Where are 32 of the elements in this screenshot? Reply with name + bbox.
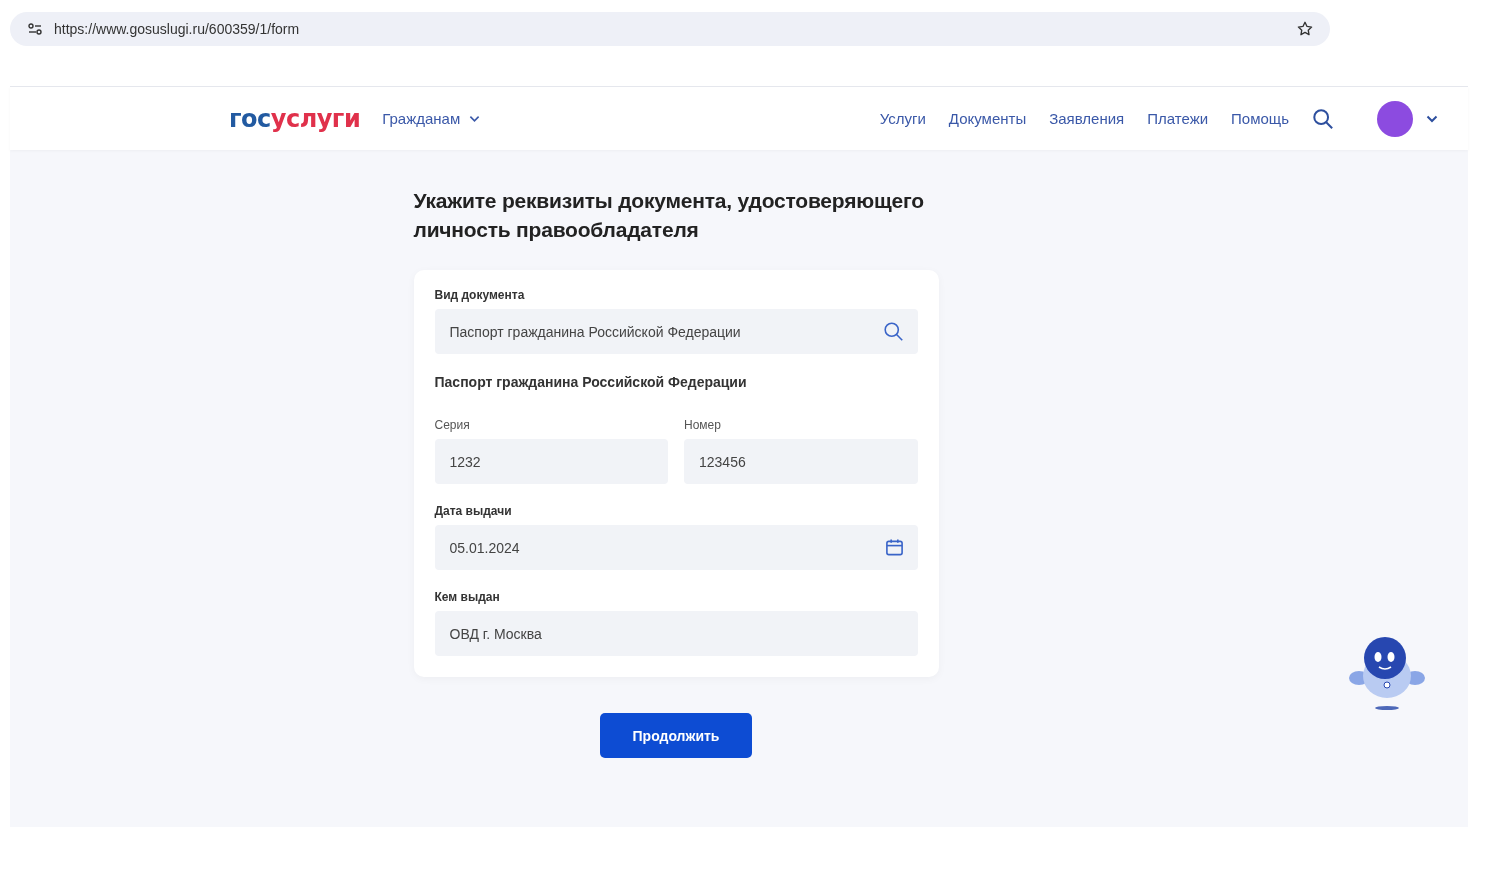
audience-menu[interactable]: Гражданам: [382, 110, 481, 127]
search-icon[interactable]: [882, 321, 904, 342]
field-value: Паспорт гражданина Российской Федерации: [449, 323, 741, 340]
field-label: Дата выдачи: [434, 504, 513, 518]
series-field[interactable]: 1232: [434, 439, 668, 484]
field-value: 05.01.2024: [449, 539, 520, 556]
field-label: Вид документа: [434, 288, 526, 302]
calendar-icon[interactable]: [884, 538, 904, 557]
nav-link[interactable]: Платежи: [1147, 110, 1209, 127]
field-label: Кем выдан: [434, 590, 501, 604]
chevron-down-icon[interactable]: [1426, 114, 1438, 123]
site-settings-icon[interactable]: [28, 23, 42, 35]
logo[interactable]: госуслуги: [229, 104, 361, 133]
nav-link[interactable]: Заявления: [1049, 110, 1125, 127]
url-text: https://www.gosuslugi.ru/600359/1/form: [54, 21, 301, 37]
bookmark-star-icon[interactable]: [1296, 20, 1314, 38]
address-bar[interactable]: https://www.gosuslugi.ru/600359/1/form: [10, 12, 1330, 46]
field-label: Серия: [434, 418, 471, 432]
document-type-field[interactable]: Паспорт гражданина Российской Федерации: [434, 309, 918, 354]
field-label: Номер: [684, 418, 722, 432]
nav-link[interactable]: Услуги: [879, 110, 926, 127]
nav-link[interactable]: Помощь: [1231, 110, 1289, 127]
chevron-down-icon: [469, 114, 481, 123]
search-icon[interactable]: [1312, 107, 1334, 130]
number-field[interactable]: 123456: [684, 439, 918, 484]
avatar[interactable]: [1377, 100, 1413, 137]
continue-button[interactable]: Продолжить: [600, 713, 752, 758]
issued-by-field[interactable]: ОВД г. Москва: [434, 611, 918, 656]
form-title: Укажите реквизиты документа, удостоверяющего личность правообладателя: [413, 188, 925, 243]
nav-link[interactable]: Документы: [948, 110, 1027, 127]
date-field[interactable]: 05.01.2024: [434, 525, 918, 570]
section-title: Паспорт гражданина Российской Федерации: [434, 374, 748, 390]
